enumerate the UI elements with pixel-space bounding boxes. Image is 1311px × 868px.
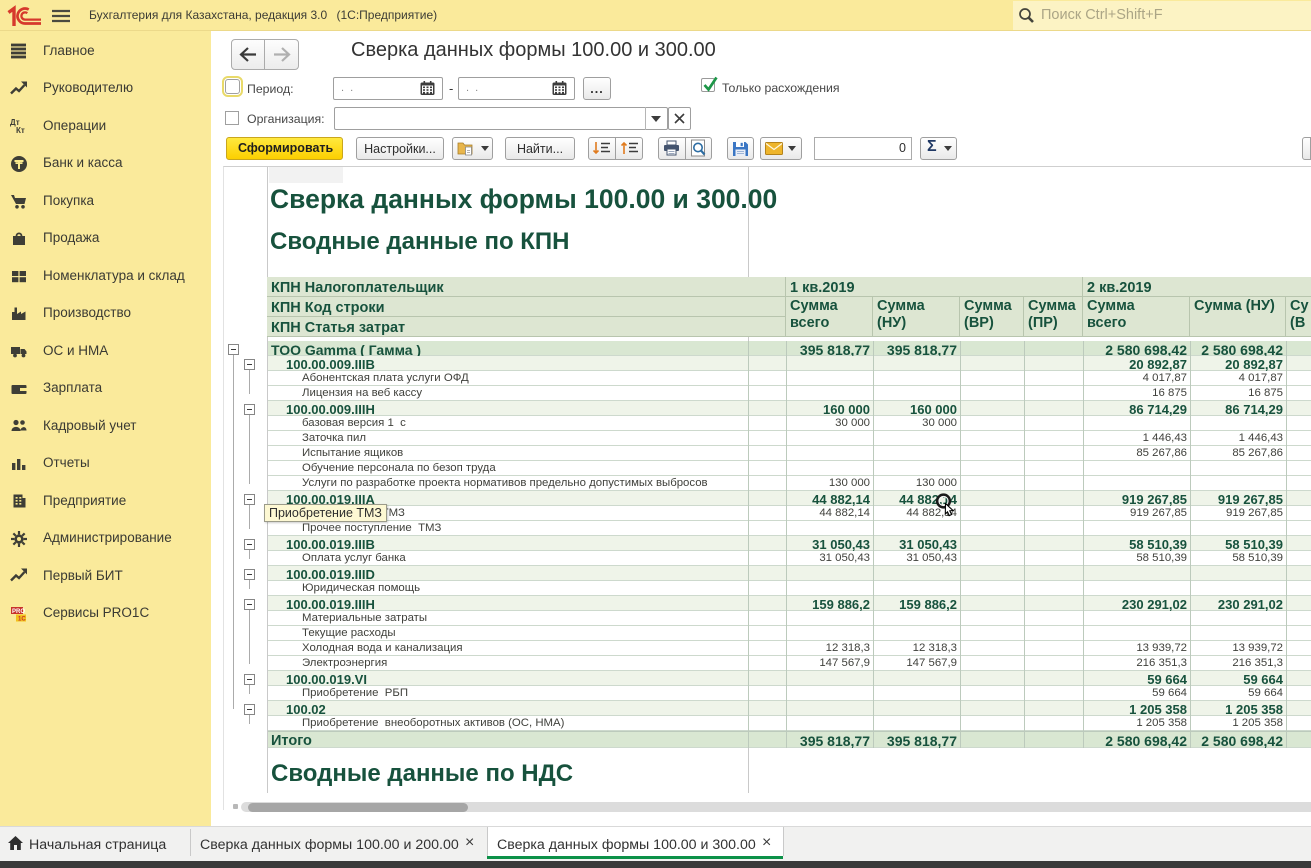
svg-text:1С: 1С <box>18 616 26 622</box>
svg-text:PRO: PRO <box>12 609 25 615</box>
svg-text:Кт: Кт <box>16 126 25 135</box>
